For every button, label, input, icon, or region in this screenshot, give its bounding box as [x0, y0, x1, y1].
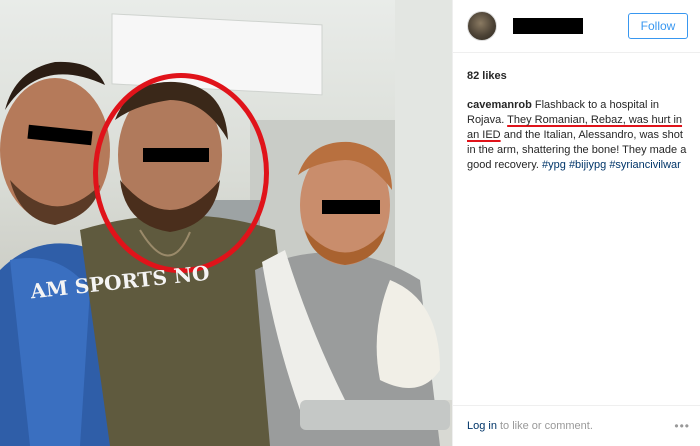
hashtag[interactable]: #syriancivilwar	[609, 159, 681, 171]
login-prompt-text: to like or comment.	[499, 420, 593, 432]
follow-button[interactable]: Follow	[628, 13, 688, 39]
post-photo: AM SPORTS NO	[0, 0, 452, 446]
caption-username[interactable]: cavemanrob	[467, 99, 532, 111]
login-link[interactable]: Log in	[467, 420, 497, 432]
post-header: Follow	[453, 0, 700, 53]
censor-bar-eyes-right	[322, 200, 380, 214]
avatar[interactable]	[467, 11, 497, 41]
post-caption: cavemanrob Flashback to a hospital in Ro…	[467, 98, 689, 173]
instagram-post: AM SPORTS NO Follow 82 likes cavemanrob …	[0, 0, 700, 446]
redacted-username	[513, 18, 583, 34]
hashtag[interactable]: #ypg	[542, 159, 566, 171]
post-footer: Log in to like or comment. •••	[453, 405, 700, 446]
post-sidebar: Follow 82 likes cavemanrob Flashback to …	[452, 0, 700, 446]
hashtag[interactable]: #bijiypg	[569, 159, 606, 171]
likes-count[interactable]: 82 likes	[467, 70, 507, 82]
more-options-icon[interactable]: •••	[674, 419, 690, 433]
annotation-circle	[93, 73, 269, 273]
